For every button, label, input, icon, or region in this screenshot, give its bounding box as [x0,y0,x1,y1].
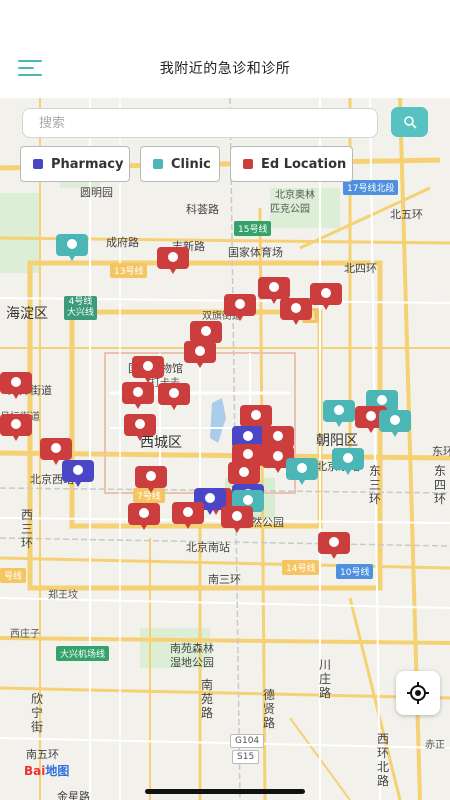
label-dongsihuan: 东四环 [433,464,446,506]
ed-marker[interactable] [40,438,72,465]
tag-s15: S15 [232,750,260,764]
label-xinning: 欣宁街 [30,692,43,734]
ed-marker[interactable] [262,426,294,453]
search-box [22,108,378,138]
home-indicator [145,789,305,794]
clinic-marker[interactable] [56,234,88,261]
label-dongsanhuan: 东三环 [368,464,381,506]
ed-marker[interactable] [0,372,32,399]
ed-marker[interactable] [221,506,253,533]
label-pike-park: 匹克公园 [270,204,310,215]
filter-pharmacy-label: Pharmacy [51,156,124,172]
search-button[interactable] [391,107,428,137]
label-nansihuan: 南五环 [26,748,59,761]
clinic-swatch-icon [153,159,163,169]
tag-line13: 13号线 [110,263,148,278]
ed-marker[interactable] [158,383,190,410]
ed-swatch-icon [243,159,253,169]
label-xisanhuan: 西三环 [20,508,33,550]
clinic-marker[interactable] [379,410,411,437]
ed-marker[interactable] [172,502,204,529]
locate-icon [407,682,429,704]
label-shidi-park: 湿地公园 [170,656,214,669]
app-header: 我附近的急诊和诊所 [0,0,450,98]
tag-line15: 15号线 [234,221,272,236]
label-deyi-road: 德贤路 [262,688,275,730]
label-yuanmingyuan: 圆明园 [80,186,113,199]
ed-marker[interactable] [0,414,32,441]
ed-marker[interactable] [228,462,260,489]
clinic-marker[interactable] [286,458,318,485]
ed-marker[interactable] [128,503,160,530]
search-icon [403,116,416,129]
baidu-map-logo: Bai地图 [24,762,69,779]
tag-g104: G104 [230,734,265,748]
label-keyuan-road: 科荟路 [186,203,219,216]
ed-marker[interactable] [240,405,272,432]
locate-button[interactable] [396,671,440,715]
label-chiyuan: 赤正 [425,740,445,751]
ed-marker[interactable] [258,277,290,304]
search-input[interactable] [23,109,377,137]
tag-line9: 号线 [0,568,27,583]
label-stadium: 国家体育场 [228,246,283,259]
ed-marker[interactable] [132,356,164,383]
ed-marker[interactable] [190,321,222,348]
filter-ed-location[interactable]: Ed Location [230,146,353,182]
label-xiwang: 西庄子 [10,629,40,640]
filter-clinic-label: Clinic [171,156,211,172]
label-xihuan-road: 西环北路 [376,732,389,788]
page-title: 我附近的急诊和诊所 [159,61,291,77]
label-jinxing: 金星路 [57,790,90,800]
clinic-marker[interactable] [332,448,364,475]
tag-line17: 17号线北段 [343,180,399,195]
brand-prefix: Bai [24,764,46,778]
label-chengfu-road: 成府路 [106,236,139,249]
filter-pharmacy[interactable]: Pharmacy [20,146,130,182]
ed-marker[interactable] [224,294,256,321]
ed-marker[interactable] [122,382,154,409]
ed-marker[interactable] [310,283,342,310]
tag-line10: 10号线 [336,564,374,579]
tag-daxing: 大兴机场线 [56,646,110,661]
brand-suffix: 地图 [45,764,70,778]
clinic-marker[interactable] [323,400,355,427]
label-zheng-wang: 郑王坟 [48,590,78,601]
label-nanyuan-road: 南苑路 [200,678,213,720]
label-haidian: 海淀区 [6,306,48,322]
label-dong-huan: 东环 [432,445,450,458]
label-beijing-south: 北京南站 [186,541,230,554]
filter-ed-label: Ed Location [261,156,347,172]
label-nansanhuan: 南三环 [208,573,241,586]
label-aolin: 北京奥林 [275,190,315,201]
ed-marker[interactable] [124,414,156,441]
tag-line4: 4号线 大兴线 [64,296,98,320]
ed-marker[interactable] [184,341,216,368]
label-chuanyi: 川庄路 [318,658,331,700]
label-bei-wuhuan: 北五环 [390,208,423,221]
tag-line14: 14号线 [282,560,320,575]
filter-clinic[interactable]: Clinic [140,146,220,182]
label-chaoyang: 朝阳区 [316,433,358,449]
pharmacy-swatch-icon [33,159,43,169]
ed-marker[interactable] [157,247,189,274]
pharmacy-marker[interactable] [62,460,94,487]
ed-marker[interactable] [135,466,167,493]
ed-marker[interactable] [318,532,350,559]
label-bei-sihuan: 北四环 [344,262,377,275]
ed-marker[interactable] [280,298,312,325]
